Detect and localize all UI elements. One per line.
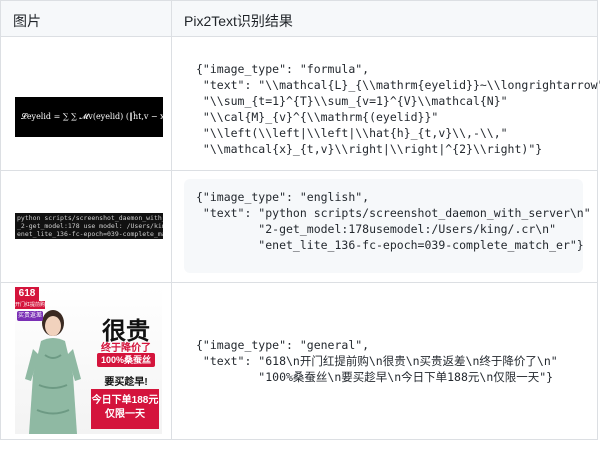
code-line: {"image_type": "formula", [196, 62, 370, 76]
result-cell: {"image_type": "general", "text": "618\n… [172, 283, 597, 439]
code-line: "text": "python scripts/screenshot_daemo… [196, 206, 591, 220]
code-text: {"image_type": "formula", "text": "\\mat… [196, 61, 600, 157]
code-line: "enet_lite_136-fc-epoch=039-complete_mat… [196, 238, 584, 252]
table-row-formula: 𝓛eyelid = ∑ ∑ 𝓜v(eyelid) (‖ĥt,v − xt,v‖²… [1, 37, 600, 171]
image-cell: python scripts/screenshot_daemon_with_se… [1, 171, 172, 282]
code-line: "text": "\\mathcal{L}_{\\mathrm{eyelid}}… [196, 78, 600, 92]
refund-tag: 买贵返差 [17, 311, 43, 321]
price-box: 今日下单188元 仅限一天 [91, 389, 159, 429]
code-line: {"image_type": "general", [196, 338, 370, 352]
terminal-line: enet_lite_136-fc-epoch=039-complete_matc… [17, 230, 163, 238]
person-illustration [25, 310, 81, 434]
result-cell: {"image_type": "formula", "text": "\\mat… [172, 37, 600, 170]
table-row-english: python scripts/screenshot_daemon_with_se… [1, 171, 597, 283]
formula-image-text: 𝓛eyelid = ∑ ∑ 𝓜v(eyelid) (‖ĥt,v − xt,v‖²… [21, 112, 163, 121]
badge-618: 618 [15, 287, 39, 301]
code-line: "\\left(\\left|\\left|\\hat{h}_{t,v}\\,-… [196, 126, 508, 140]
code-line: "\\sum_{t=1}^{T}\\sum_{v=1}^{V}\\mathcal… [196, 94, 508, 108]
terminal-image: python scripts/screenshot_daemon_with_se… [15, 213, 163, 239]
code-line: {"image_type": "english", [196, 190, 370, 204]
result-cell: {"image_type": "english", "text": "pytho… [172, 171, 597, 282]
table-row-general: 618 开门红提前购 买贵返差 很贵 终于降价了 100%桑蚕丝 要买趁早! 今… [1, 283, 597, 439]
code-text: {"image_type": "general", "text": "618\n… [196, 337, 571, 385]
header-result: Pix2Text识别结果 [184, 13, 293, 29]
terminal-line: python scripts/screenshot_daemon_with_se… [17, 214, 163, 222]
badge-subtitle: 开门红提前购 [15, 301, 46, 309]
code-block: {"image_type": "english", "text": "pytho… [184, 179, 591, 273]
code-line: "\\cal{M}_{v}^{\\mathrm{(eyelid}}" [196, 110, 439, 124]
code-block: {"image_type": "formula", "text": "\\mat… [184, 51, 600, 167]
silk-label: 100%桑蚕丝 [97, 353, 155, 367]
results-table: 图片 Pix2Text识别结果 𝓛eyelid = ∑ ∑ 𝓜v(eyelid)… [0, 0, 600, 440]
table-header-row: 图片 Pix2Text识别结果 [1, 1, 597, 37]
price-line: 今日下单188元 [91, 395, 159, 406]
buy-now-text: 要买趁早! [104, 377, 148, 388]
terminal-line: _2-get_model:178 use model: /Users/king/… [17, 222, 163, 230]
code-line: "2-get_model:178usemodel:/Users/king/.cr… [196, 222, 557, 236]
code-line: "\\mathcal{x}_{t,v}\\right|\\right|^{2}\… [196, 142, 543, 156]
code-line: "text": "618\n开门红提前购\n很贵\n买贵返差\n终于降价了\n" [196, 354, 558, 368]
code-text: {"image_type": "english", "text": "pytho… [196, 189, 591, 253]
header-image: 图片 [1, 1, 172, 36]
formula-image: 𝓛eyelid = ∑ ∑ 𝓜v(eyelid) (‖ĥt,v − xt,v‖²… [15, 97, 163, 137]
image-cell: 𝓛eyelid = ∑ ∑ 𝓜v(eyelid) (‖ĥt,v − xt,v‖²… [1, 37, 172, 170]
image-cell: 618 开门红提前购 买贵返差 很贵 终于降价了 100%桑蚕丝 要买趁早! 今… [1, 283, 172, 439]
ad-subheadline: 终于降价了 [101, 343, 151, 354]
code-line: "100%桑蚕丝\n要买趁早\n今日下单188元\n仅限一天"} [196, 370, 554, 384]
ad-image: 618 开门红提前购 买贵返差 很贵 终于降价了 100%桑蚕丝 要买趁早! 今… [15, 287, 162, 434]
price-line: 仅限一天 [105, 409, 145, 420]
code-block: {"image_type": "general", "text": "618\n… [184, 327, 583, 395]
